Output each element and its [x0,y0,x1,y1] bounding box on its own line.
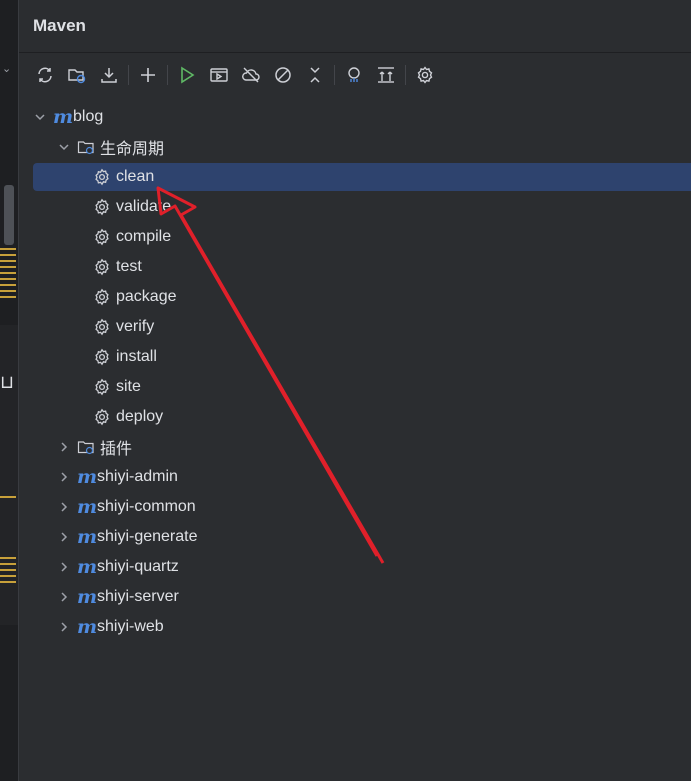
lifecycle-phase-test[interactable]: test [33,253,691,281]
maven-module-icon: m [77,496,98,518]
lifecycle-phase-site[interactable]: site [33,373,691,401]
gear-icon [93,168,111,186]
tree-node-shiyi-quartz[interactable]: m shiyi-quartz [33,553,691,581]
lifecycle-phase-verify[interactable]: verify [33,313,691,341]
tree-node-label: shiyi-quartz [97,558,179,575]
maven-tool-window: Maven m blog 生命周期 clean validate compile… [19,0,691,781]
lifecycle-phase-clean[interactable]: clean [33,163,691,191]
skip-tests-icon[interactable] [267,62,299,88]
minimap-mark [0,557,16,559]
collapsed-arrow-icon[interactable] [57,530,71,544]
gear-icon [93,258,111,276]
tree-node-shiyi-common[interactable]: m shiyi-common [33,493,691,521]
folder-gear-icon [77,438,95,456]
gear-icon [93,228,111,246]
toolbar-separator [167,65,168,85]
lifecycle-phase-compile[interactable]: compile [33,223,691,251]
code-minimap-lines [0,248,16,302]
minimap-mark [0,496,16,498]
phase-label: site [116,378,141,395]
toolbar-separator [334,65,335,85]
collapsed-arrow-icon[interactable] [57,470,71,484]
toolbar-separator [405,65,406,85]
gear-icon [93,318,111,336]
phase-label: install [116,348,157,365]
tree-node-label: shiyi-common [97,498,196,515]
tree-node-shiyi-server[interactable]: m shiyi-server [33,583,691,611]
run-config-icon[interactable] [203,62,235,88]
maven-module-icon: m [77,616,98,638]
tree-node-blog[interactable]: m blog [33,103,691,131]
generate-sources-icon[interactable] [61,62,93,88]
collapsed-arrow-icon[interactable] [57,500,71,514]
gutter-glyph: ⊔ [0,372,15,392]
phase-label: clean [116,168,155,185]
tree-node-shiyi-web[interactable]: m shiyi-web [33,613,691,641]
minimap-mark [0,569,16,571]
phase-label: deploy [116,408,164,425]
collapsed-arrow-icon[interactable] [57,590,71,604]
phase-label: test [116,258,142,275]
maven-module-icon: m [77,556,98,578]
minimap-mark [0,581,16,583]
settings-icon[interactable] [409,62,441,88]
maven-module-icon: m [77,586,98,608]
collapsed-arrow-icon[interactable] [57,560,71,574]
gear-icon [93,288,111,306]
tree-node-shiyi-generate[interactable]: m shiyi-generate [33,523,691,551]
tree-node-plugins[interactable]: 插件 [33,433,691,461]
maven-module-icon: m [77,526,98,548]
gear-icon [93,198,111,216]
tree-node-label: 生命周期 [100,141,165,158]
run-icon[interactable] [171,62,203,88]
panel-title: Maven [33,16,86,35]
expand-arrow-icon[interactable] [33,110,47,124]
tree-node-label: shiyi-web [97,618,164,635]
expand-arrow-icon[interactable] [57,140,71,154]
maven-module-icon: m [53,106,74,128]
add-icon[interactable] [132,62,164,88]
minimap-mark [0,563,16,565]
dependency-analyzer-icon[interactable] [338,62,370,88]
chevron-down-icon: ⌄ [2,63,12,75]
header-divider [19,52,691,53]
lifecycle-phase-package[interactable]: package [33,283,691,311]
editor-gutter-strip: ⌄ ⊔ [0,0,19,781]
phase-label: compile [116,228,172,245]
tree-node-label: shiyi-server [97,588,179,605]
gear-icon [93,378,111,396]
phase-label: verify [116,318,155,335]
lifecycle-phase-deploy[interactable]: deploy [33,403,691,431]
scrollbar-thumb[interactable] [4,185,14,245]
phase-label: package [116,288,177,305]
collapsed-arrow-icon[interactable] [57,440,71,454]
show-dependencies-icon[interactable] [370,62,402,88]
collapse-icon[interactable] [299,62,331,88]
tree-node-label: 插件 [100,441,133,458]
maven-module-icon: m [77,466,98,488]
download-icon[interactable] [93,62,125,88]
gutter-section [0,325,18,625]
reload-icon[interactable] [29,62,61,88]
minimap-mark [0,575,16,577]
gear-icon [93,348,111,366]
toolbar-separator [128,65,129,85]
tree-node-label: blog [73,108,104,125]
tree-node-label: shiyi-admin [97,468,178,485]
tree-node-label: shiyi-generate [97,528,198,545]
offline-icon[interactable] [235,62,267,88]
collapsed-arrow-icon[interactable] [57,620,71,634]
folder-gear-icon [77,138,95,156]
tree-node-lifecycle[interactable]: 生命周期 [33,133,691,161]
maven-toolbar [29,62,441,88]
tree-node-shiyi-admin[interactable]: m shiyi-admin [33,463,691,491]
lifecycle-phase-validate[interactable]: validate [33,193,691,221]
phase-label: validate [116,198,172,215]
lifecycle-phase-install[interactable]: install [33,343,691,371]
gear-icon [93,408,111,426]
